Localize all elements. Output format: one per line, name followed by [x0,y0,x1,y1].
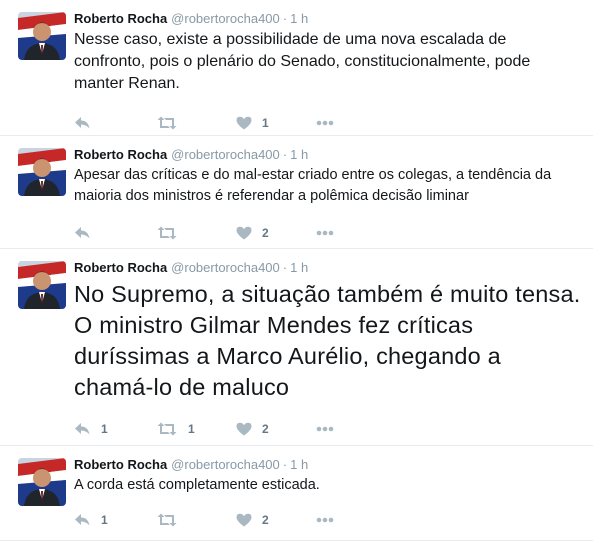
like-count: 2 [262,226,269,240]
retweet-count: 1 [188,422,195,436]
tweet[interactable]: Roberto Rocha @robertorocha400 · 1 h Apesar… [0,136,593,249]
author-name[interactable]: Roberto Rocha [74,11,167,26]
timestamp[interactable]: 1 h [290,147,308,162]
author-handle[interactable]: @robertorocha400 [171,260,280,275]
reply-icon [75,514,90,526]
more-icon [316,426,334,432]
reply-button[interactable] [74,116,156,130]
more-icon [316,230,334,236]
like-count: 2 [262,422,269,436]
avatar-image [18,148,66,196]
more-icon [316,517,334,523]
avatar[interactable] [18,458,66,506]
retweet-icon [157,116,177,130]
retweet-icon [157,513,177,527]
reply-icon [75,227,90,239]
author-handle[interactable]: @robertorocha400 [171,457,280,472]
tweet-header: Roberto Rocha @robertorocha400 · 1 h [74,146,581,164]
retweet-button[interactable] [156,513,236,527]
avatar-image [18,12,66,60]
like-button[interactable]: 2 [236,422,316,436]
author-name[interactable]: Roberto Rocha [74,457,167,472]
avatar[interactable] [18,12,66,60]
author-name[interactable]: Roberto Rocha [74,260,167,275]
retweet-icon [157,226,177,240]
author-name[interactable]: Roberto Rocha [74,147,167,162]
tweet-text: Apesar das críticas e do mal-estar criad… [74,167,552,204]
heart-icon [236,226,252,240]
reply-button[interactable]: 1 [74,513,156,527]
reply-icon [75,117,90,129]
tweet-actions: 1 1 2 [74,407,581,451]
like-button[interactable]: 1 [236,116,316,130]
separator-dot: · [282,457,288,472]
tweet-actions: 1 2 [74,498,581,542]
retweet-button[interactable] [156,116,236,130]
avatar-image [18,458,66,506]
reply-button[interactable] [74,226,156,240]
tweet-text: A corda está completamente esticada. [74,477,320,493]
tweet[interactable]: Roberto Rocha @robertorocha400 · 1 h No Sup… [0,249,593,446]
timestamp[interactable]: 1 h [290,457,308,472]
more-button[interactable] [316,426,396,432]
author-handle[interactable]: @robertorocha400 [171,11,280,26]
separator-dot: · [282,11,288,26]
timeline: Roberto Rocha @robertorocha400 · 1 h Nesse … [0,0,593,541]
separator-dot: · [282,260,288,275]
heart-icon [236,422,252,436]
more-button[interactable] [316,230,396,236]
tweet-header: Roberto Rocha @robertorocha400 · 1 h [74,456,581,474]
like-count: 2 [262,513,269,527]
retweet-button[interactable]: 1 [156,422,236,436]
more-button[interactable] [316,120,396,126]
separator-dot: · [282,147,288,162]
like-button[interactable]: 2 [236,226,316,240]
like-count: 1 [262,116,269,130]
reply-button[interactable]: 1 [74,422,156,436]
tweet-header: Roberto Rocha @robertorocha400 · 1 h [74,259,581,277]
author-handle[interactable]: @robertorocha400 [171,147,280,162]
tweet-text: No Supremo, a situação também é muito te… [74,281,581,400]
avatar[interactable] [18,148,66,196]
reply-count: 1 [101,422,108,436]
tweet[interactable]: Roberto Rocha @robertorocha400 · 1 h Nesse … [0,0,593,136]
more-button[interactable] [316,517,396,523]
retweet-button[interactable] [156,226,236,240]
heart-icon [236,116,252,130]
reply-count: 1 [101,513,108,527]
timestamp[interactable]: 1 h [290,260,308,275]
reply-icon [75,423,90,435]
tweet[interactable]: Roberto Rocha @robertorocha400 · 1 h A cord… [0,446,593,541]
tweet-header: Roberto Rocha @robertorocha400 · 1 h [74,10,581,28]
heart-icon [236,513,252,527]
avatar[interactable] [18,261,66,309]
tweet-text: Nesse caso, existe a possibilidade de um… [74,31,531,92]
avatar-image [18,261,66,309]
timestamp[interactable]: 1 h [290,11,308,26]
retweet-icon [157,422,177,436]
like-button[interactable]: 2 [236,513,316,527]
more-icon [316,120,334,126]
